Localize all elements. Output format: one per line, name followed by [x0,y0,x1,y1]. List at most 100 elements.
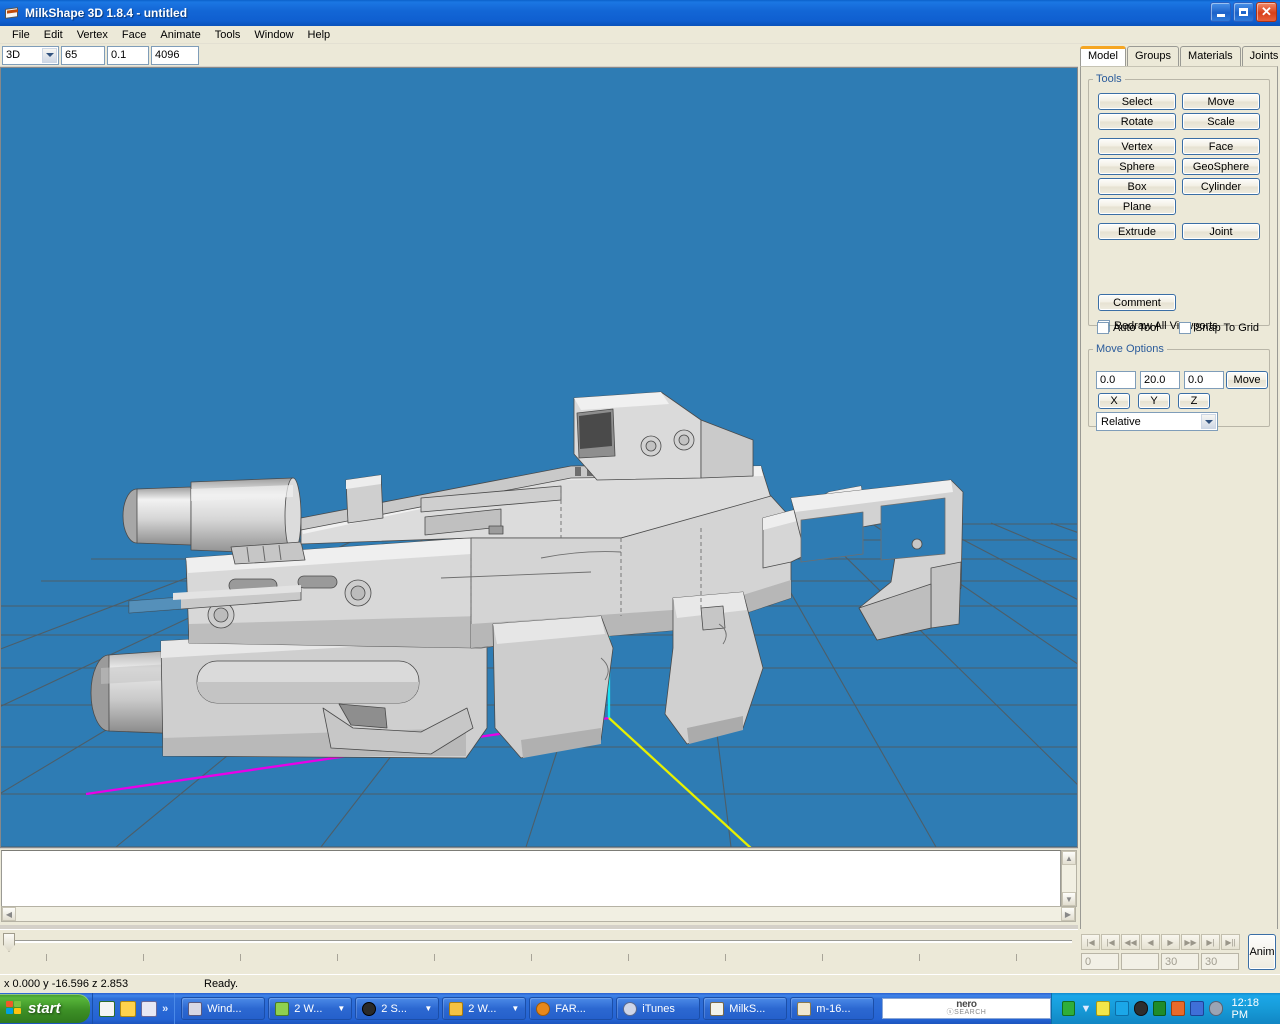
move-z-field[interactable]: 0.0 [1184,371,1224,389]
move-button[interactable]: Move [1182,93,1260,110]
tab-model[interactable]: Model [1080,46,1126,66]
fov-field[interactable]: 65 [61,45,105,65]
chevron-down-icon[interactable] [1201,414,1216,429]
taskbar-clock[interactable]: 12:18 PM [1232,997,1275,1021]
users-icon[interactable] [1171,1001,1186,1016]
update-icon[interactable] [1190,1001,1204,1016]
task-buttons: Wind... 2 W... ▼ 2 S... ▼ 2 W... ▼ FAR..… [181,997,875,1020]
menu-file[interactable]: File [5,27,37,43]
tab-joints[interactable]: Joints [1241,46,1280,66]
window-icon[interactable] [141,1000,158,1017]
move-mode-select[interactable]: Relative [1096,412,1218,431]
snap-to-grid-checkbox[interactable]: Snap To Grid [1179,322,1259,334]
anim-toggle-button[interactable]: Anim [1248,934,1276,970]
menu-help[interactable]: Help [301,27,338,43]
running-man-icon[interactable] [120,1000,137,1017]
menu-edit[interactable]: Edit [37,27,70,43]
next-key-button[interactable]: ▶| [1201,934,1220,950]
menu-animate[interactable]: Animate [153,27,207,43]
scroll-left-icon[interactable]: ◀ [2,907,16,921]
rewind-button[interactable]: ◀◀ [1121,934,1140,950]
task-button-windows-group1[interactable]: 2 W... ▼ [268,997,353,1020]
tab-materials[interactable]: Materials [1180,46,1241,66]
go-start-button[interactable]: |◀ [1081,934,1100,950]
scale-button[interactable]: Scale [1182,113,1260,130]
joint-button[interactable]: Joint [1182,223,1260,240]
anim-current-frame-field[interactable]: 0 [1081,953,1119,970]
minimize-button[interactable] [1210,2,1231,22]
tab-groups[interactable]: Groups [1126,46,1180,66]
message-vertical-scrollbar[interactable]: ▲ ▼ [1061,850,1077,907]
axis-y-button[interactable]: Y [1138,393,1170,409]
prev-key-button[interactable]: |◀ [1101,934,1120,950]
select-button[interactable]: Select [1098,93,1176,110]
message-horizontal-scrollbar[interactable]: ◀ ▶ [1,906,1076,922]
move-apply-button[interactable]: Move [1226,371,1268,389]
anim-blank-field[interactable] [1121,953,1159,970]
menu-face[interactable]: Face [115,27,153,43]
task-button-farcry[interactable]: FAR... [529,997,614,1020]
quicklaunch-overflow-icon[interactable]: » [162,1003,168,1015]
plane-button[interactable]: Plane [1098,198,1176,215]
viewport-3d[interactable] [0,67,1078,848]
message-text-area[interactable] [1,850,1061,907]
chevron-down-icon[interactable]: ▼ [337,1004,345,1013]
go-end-button[interactable]: ▶|| [1221,934,1240,950]
checkbox-box-snapgrid[interactable] [1179,322,1191,334]
task-button-m16[interactable]: m-16... [790,997,875,1020]
fast-fwd-button[interactable]: ▶▶ [1181,934,1200,950]
box-button[interactable]: Box [1098,178,1176,195]
network-icon[interactable] [1115,1001,1129,1016]
app-icon[interactable] [1208,1001,1223,1016]
scroll-down-icon[interactable]: ▼ [1062,892,1076,906]
task-button-milkshape[interactable]: MilkS... [703,997,788,1020]
nero-search-bar[interactable]: nero ⓢSEARCH [882,998,1051,1019]
menu-tools[interactable]: Tools [208,27,248,43]
scroll-up-icon[interactable]: ▲ [1062,851,1076,865]
sphere-button[interactable]: Sphere [1098,158,1176,175]
auto-tool-checkbox[interactable]: Auto Tool [1097,322,1159,334]
viewport-canvas[interactable] [1,68,1077,847]
chevron-down-icon[interactable]: ▼ [511,1004,519,1013]
face-button[interactable]: Face [1182,138,1260,155]
animation-timeline[interactable] [0,929,1078,974]
cylinder-button[interactable]: Cylinder [1182,178,1260,195]
menu-vertex[interactable]: Vertex [70,27,115,43]
move-x-field[interactable]: 0.0 [1096,371,1136,389]
task-button-itunes[interactable]: iTunes [616,997,701,1020]
geosphere-button[interactable]: GeoSphere [1182,158,1260,175]
menu-window[interactable]: Window [247,27,300,43]
task-button-steam[interactable]: 2 S... ▼ [355,997,440,1020]
axis-x-button[interactable]: X [1098,393,1130,409]
view-mode-select[interactable]: 3D [2,45,59,65]
timeline-thumb[interactable] [3,933,15,952]
shield-icon[interactable] [1133,1001,1148,1016]
comment-button[interactable]: Comment [1098,294,1176,311]
close-button[interactable]: ✕ [1256,2,1277,22]
timeline-track[interactable] [6,940,1072,943]
move-y-field[interactable]: 20.0 [1140,371,1180,389]
step-fwd-button[interactable]: ▶ [1161,934,1180,950]
media-player-icon[interactable] [99,1000,116,1017]
far-clip-field[interactable]: 4096 [151,45,199,65]
grid-icon[interactable] [1152,1001,1167,1016]
chevron-down-icon[interactable] [42,47,57,63]
near-clip-field[interactable]: 0.1 [107,45,149,65]
task-button-windows[interactable]: Wind... [181,997,266,1020]
axis-z-button[interactable]: Z [1178,393,1210,409]
start-button[interactable]: start [0,994,91,1023]
vertex-button[interactable]: Vertex [1098,138,1176,155]
task-button-explorer[interactable]: 2 W... ▼ [442,997,527,1020]
chevron-down-icon[interactable]: ▼ [424,1004,432,1013]
chevron-down-icon[interactable]: ▼ [1080,1003,1091,1015]
extrude-button[interactable]: Extrude [1098,223,1176,240]
scroll-right-icon[interactable]: ▶ [1061,907,1075,921]
arrow-green-icon[interactable] [1061,1001,1076,1016]
anim-total-frames-field[interactable]: 30 [1161,953,1199,970]
anim-fps-field[interactable]: 30 [1201,953,1239,970]
help-icon[interactable] [1096,1001,1111,1016]
rotate-button[interactable]: Rotate [1098,113,1176,130]
checkbox-box-autotool[interactable] [1097,322,1109,334]
restore-button[interactable] [1233,2,1254,22]
step-back-button[interactable]: ◀ [1141,934,1160,950]
